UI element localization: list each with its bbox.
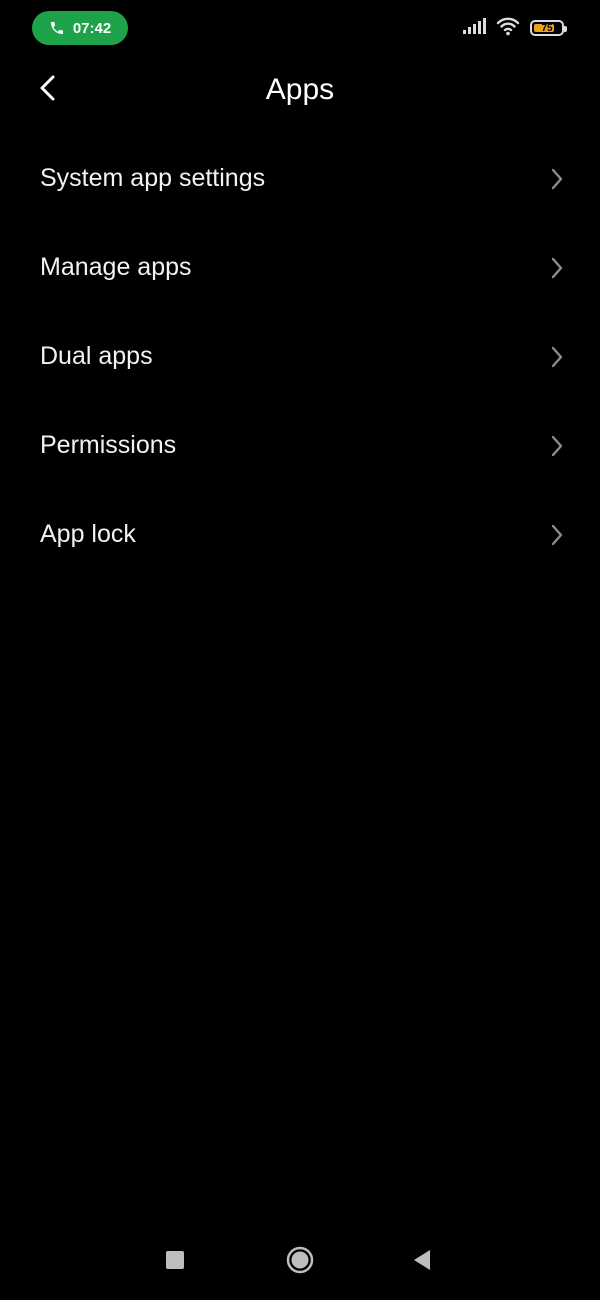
menu-item-dual-apps[interactable]: Dual apps (0, 312, 600, 401)
menu-item-permissions[interactable]: Permissions (0, 401, 600, 490)
system-back-button[interactable] (400, 1240, 444, 1284)
recents-icon (165, 1250, 185, 1275)
chevron-right-icon (550, 168, 564, 190)
menu-item-app-lock[interactable]: App lock (0, 490, 600, 579)
settings-list: System app settings Manage apps Dual app… (0, 134, 600, 579)
phone-icon (49, 20, 65, 36)
home-button[interactable] (278, 1240, 322, 1284)
navigation-bar (0, 1230, 600, 1300)
ongoing-call-pill[interactable]: 07:42 (32, 11, 128, 45)
call-time: 07:42 (72, 19, 112, 37)
menu-item-label: App lock (40, 520, 136, 548)
chevron-right-icon (550, 346, 564, 368)
battery-icon: 75 (530, 20, 567, 36)
chevron-right-icon (550, 524, 564, 546)
back-icon (411, 1248, 433, 1277)
chevron-right-icon (550, 257, 564, 279)
home-icon (285, 1245, 315, 1280)
page-title: Apps (265, 73, 335, 106)
wifi-icon (496, 16, 520, 41)
menu-item-label: Manage apps (40, 253, 192, 281)
app-header: Apps (0, 60, 600, 120)
chevron-right-icon (550, 435, 564, 457)
battery-level: 75 (541, 22, 553, 34)
menu-item-label: System app settings (40, 164, 266, 192)
recents-button[interactable] (153, 1240, 197, 1284)
menu-item-system-app-settings[interactable]: System app settings (0, 134, 600, 223)
menu-item-manage-apps[interactable]: Manage apps (0, 223, 600, 312)
menu-item-label: Permissions (40, 431, 177, 459)
menu-item-label: Dual apps (40, 342, 153, 370)
status-bar: 07:42 75 (0, 0, 600, 56)
signal-icon (462, 17, 486, 39)
